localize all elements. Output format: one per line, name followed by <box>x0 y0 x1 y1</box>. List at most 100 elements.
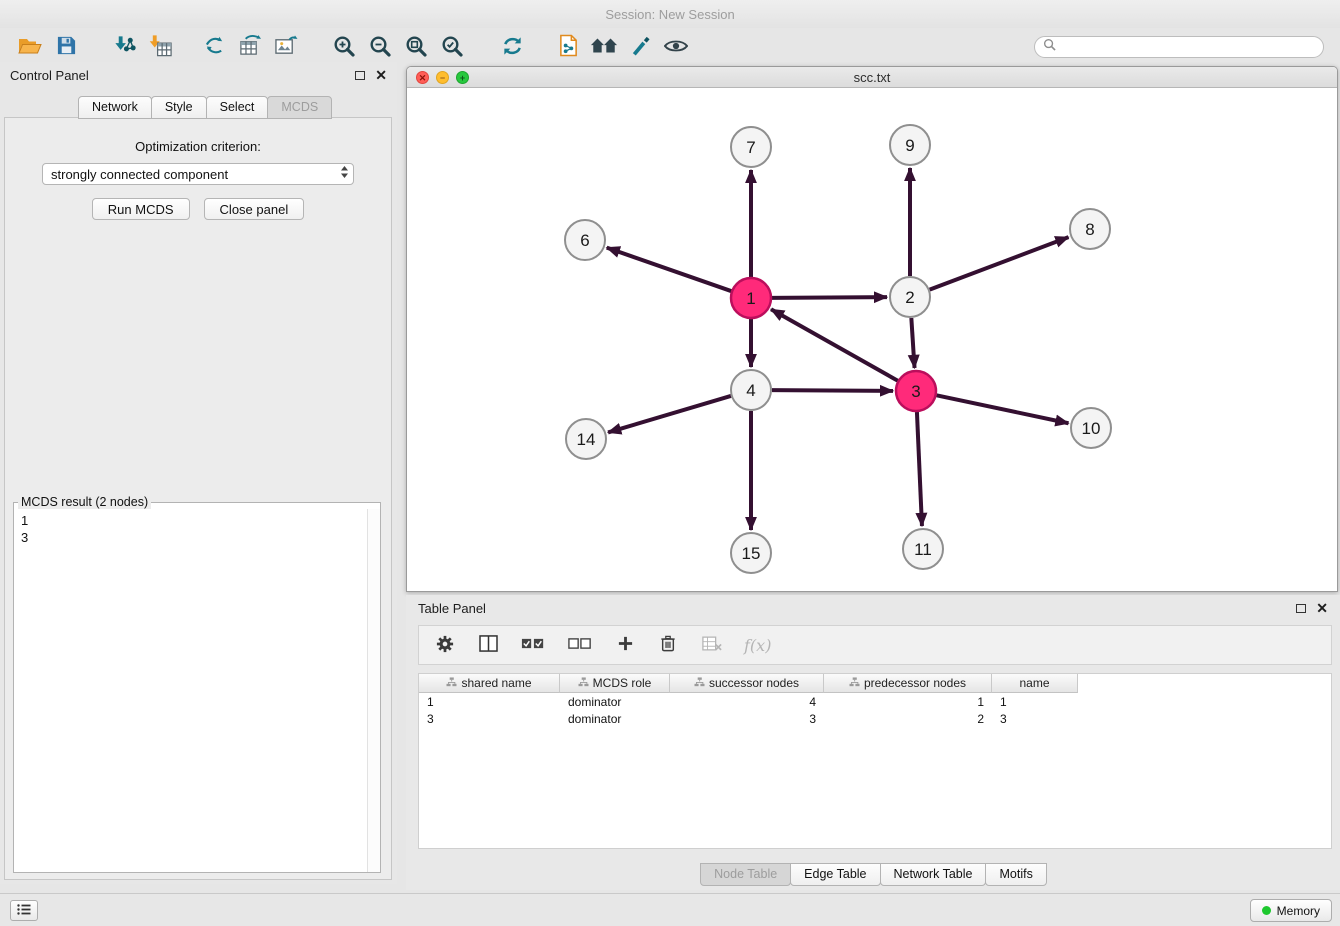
image-export-icon <box>274 35 298 60</box>
network-canvas[interactable]: 7 9 6 8 1 2 4 3 14 10 15 11 <box>407 88 1337 591</box>
show-graphics-button[interactable] <box>658 31 694 63</box>
graph-edge[interactable] <box>911 318 914 368</box>
home-layout-button[interactable] <box>586 31 622 63</box>
graph-node[interactable]: 8 <box>1070 209 1110 249</box>
tab-select[interactable]: Select <box>206 96 269 119</box>
cell-name[interactable]: 3 <box>992 712 1078 726</box>
import-network-button[interactable] <box>106 31 142 63</box>
column-header-shared-name[interactable]: shared name <box>419 674 560 693</box>
graph-edge[interactable] <box>771 309 898 380</box>
column-label: successor nodes <box>709 676 799 690</box>
run-mcds-button[interactable]: Run MCDS <box>92 198 190 220</box>
document-share-icon <box>558 34 579 60</box>
apply-style-button[interactable] <box>622 31 658 63</box>
cell-shared-name[interactable]: 3 <box>419 712 560 726</box>
tab-edge-table[interactable]: Edge Table <box>790 863 880 886</box>
graph-node[interactable]: 7 <box>731 127 771 167</box>
graph-node[interactable]: 11 <box>903 529 943 569</box>
graph-edge[interactable] <box>917 412 922 526</box>
float-table-panel-icon[interactable] <box>1296 604 1306 613</box>
graph-edge[interactable] <box>930 237 1069 289</box>
network-table-button[interactable] <box>232 31 268 63</box>
tab-network[interactable]: Network <box>78 96 152 119</box>
tab-network-table[interactable]: Network Table <box>880 863 987 886</box>
graph-node-label: 3 <box>911 382 920 401</box>
criterion-selected-value: strongly connected component <box>51 167 340 182</box>
float-panel-icon[interactable] <box>355 71 365 80</box>
network-table-icon <box>238 34 262 60</box>
column-header-predecessor-nodes[interactable]: predecessor nodes <box>824 674 992 693</box>
search-icon <box>1043 38 1056 56</box>
window-minimize-icon[interactable]: − <box>436 71 449 84</box>
column-header-mcds-role[interactable]: MCDS role <box>560 674 670 693</box>
tab-node-table[interactable]: Node Table <box>700 863 791 886</box>
memory-button[interactable]: Memory <box>1250 899 1332 922</box>
delete-table-button[interactable] <box>699 629 725 661</box>
table-settings-button[interactable] <box>433 629 457 661</box>
cell-name[interactable]: 1 <box>992 695 1078 709</box>
table-row[interactable]: 3 dominator 3 2 3 <box>419 710 1331 727</box>
cell-shared-name[interactable]: 1 <box>419 695 560 709</box>
zoom-selected-button[interactable] <box>434 31 470 63</box>
graph-edge[interactable] <box>772 390 893 391</box>
network-window-titlebar[interactable]: ✕ − + scc.txt <box>407 67 1337 88</box>
graph-node-label: 10 <box>1082 419 1101 438</box>
save-session-button[interactable] <box>48 31 84 63</box>
refresh-button[interactable] <box>494 31 530 63</box>
graph-node[interactable]: 15 <box>731 533 771 573</box>
copy-document-button[interactable] <box>550 31 586 63</box>
graph-node[interactable]: 2 <box>890 277 930 317</box>
close-panel-icon[interactable]: ✕ <box>375 68 387 82</box>
delete-column-button[interactable] <box>656 629 680 661</box>
deselect-all-columns-button[interactable] <box>566 629 594 661</box>
graph-node[interactable]: 9 <box>890 125 930 165</box>
graph-edge[interactable] <box>608 396 731 432</box>
network-arrows-icon <box>203 34 226 60</box>
graph-edge[interactable] <box>772 297 887 298</box>
task-history-button[interactable] <box>10 900 38 921</box>
tab-style[interactable]: Style <box>151 96 207 119</box>
cell-predecessor-nodes[interactable]: 1 <box>824 695 992 709</box>
criterion-select[interactable]: strongly connected component <box>42 163 354 185</box>
select-all-columns-button[interactable] <box>519 629 547 661</box>
cell-successor-nodes[interactable]: 3 <box>670 712 824 726</box>
mcds-result-text[interactable]: 1 3 <box>14 509 380 549</box>
open-session-button[interactable] <box>12 31 48 63</box>
zoom-fit-button[interactable] <box>398 31 434 63</box>
close-panel-button[interactable]: Close panel <box>204 198 305 220</box>
graph-edge[interactable] <box>937 395 1069 423</box>
cell-mcds-role[interactable]: dominator <box>560 712 670 726</box>
function-builder-button[interactable]: f(x) <box>744 636 771 655</box>
export-image-button[interactable] <box>268 31 304 63</box>
select-stepper-icon <box>340 165 349 184</box>
cell-predecessor-nodes[interactable]: 2 <box>824 712 992 726</box>
graph-node[interactable]: 10 <box>1071 408 1111 448</box>
window-close-icon[interactable]: ✕ <box>416 71 429 84</box>
close-table-panel-icon[interactable]: ✕ <box>1316 601 1328 615</box>
column-header-successor-nodes[interactable]: successor nodes <box>670 674 824 693</box>
graph-node-selected[interactable]: 3 <box>896 371 936 411</box>
tab-mcds[interactable]: MCDS <box>267 96 332 119</box>
tab-motifs[interactable]: Motifs <box>985 863 1046 886</box>
import-table-button[interactable] <box>142 31 178 63</box>
table-row[interactable]: 1 dominator 4 1 1 <box>419 693 1331 710</box>
graph-edge[interactable] <box>607 248 731 291</box>
zoom-in-button[interactable] <box>326 31 362 63</box>
window-zoom-icon[interactable]: + <box>456 71 469 84</box>
cell-mcds-role[interactable]: dominator <box>560 695 670 709</box>
show-columns-button[interactable] <box>476 629 500 661</box>
trash-icon <box>660 634 676 656</box>
result-scrollbar[interactable] <box>367 509 380 872</box>
graph-node-selected[interactable]: 1 <box>731 278 771 318</box>
graph-node-label: 8 <box>1085 220 1094 239</box>
new-network-button[interactable] <box>196 31 232 63</box>
cell-successor-nodes[interactable]: 4 <box>670 695 824 709</box>
graph-node[interactable]: 6 <box>565 220 605 260</box>
paintbrush-icon <box>630 35 651 59</box>
graph-node[interactable]: 4 <box>731 370 771 410</box>
zoom-out-button[interactable] <box>362 31 398 63</box>
add-column-button[interactable] <box>613 629 637 661</box>
column-header-name[interactable]: name <box>992 674 1078 693</box>
graph-node[interactable]: 14 <box>566 419 606 459</box>
search-input[interactable] <box>1061 40 1315 54</box>
